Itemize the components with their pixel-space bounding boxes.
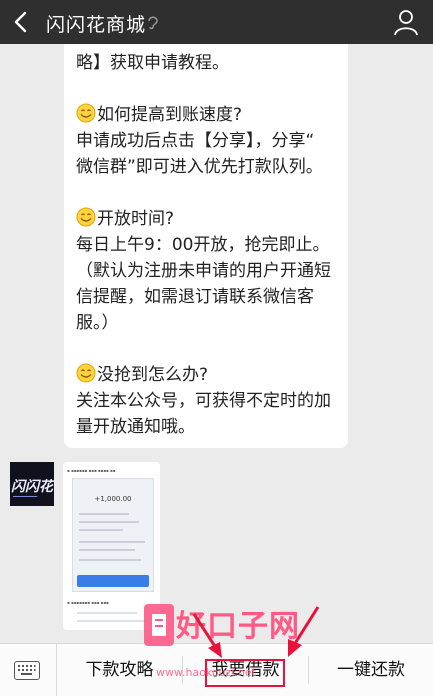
message-line: 没抢到怎么办? <box>76 362 348 388</box>
message-line: 略】获取申请教程。 <box>76 53 229 73</box>
watermark-url: www.haokouzi.net <box>156 666 256 679</box>
avatar-logo-text: 闪闪花 <box>11 479 53 495</box>
keyboard-icon <box>14 661 40 680</box>
back-arrow-icon[interactable] <box>10 8 34 36</box>
message-line: 申请成功后点击【分享】，分享“ <box>76 131 315 151</box>
message-heading: 如何提高到账速度? <box>97 105 243 125</box>
message-line <box>76 336 348 362</box>
message-line: 信提醒，如需退订请联系微信客 <box>76 287 314 307</box>
image-row <box>77 620 147 622</box>
smile-emoji-icon <box>76 103 96 123</box>
smile-emoji-icon <box>76 207 96 227</box>
keyboard-keys-icon <box>18 665 36 675</box>
message-line: 量开放通知哦。 <box>76 417 195 437</box>
message-line: （默认为注册未申请的用户开通短 <box>76 261 331 281</box>
arrow-icon <box>288 606 320 657</box>
person-icon[interactable] <box>393 8 419 36</box>
ear-icon <box>148 16 158 30</box>
image-blue-button <box>77 575 149 587</box>
message-heading: 开放时间? <box>97 209 175 229</box>
image-row <box>79 549 135 551</box>
keyboard-toggle[interactable] <box>0 644 57 696</box>
image-caption-decoration: ▪ ▪▪▪▪▪▪ ▪▪▪ ▪▪▪▪ ▪▪ <box>67 468 116 473</box>
image-row <box>79 529 123 531</box>
message-text: 略】获取申请教程。 如何提高到账速度? 申请成功后点击【分享】，分享“ 微信群”… <box>76 50 348 440</box>
image-amount: +1,000.00 <box>94 495 132 503</box>
image-row <box>79 521 139 523</box>
message-line: 如何提高到账速度? <box>76 102 348 128</box>
smile-emoji-icon <box>76 363 96 383</box>
message-line <box>76 76 348 102</box>
message-line: 每日上午9：00开放，抢完即止。 <box>76 235 330 255</box>
page-title: 闪闪花商城 <box>46 14 147 36</box>
message-heading: 没抢到怎么办? <box>97 365 209 385</box>
message-line <box>76 180 348 206</box>
image-caption-decoration: ▪ ▪▪▪▪▪▪▪ ▪▪▪ ▪▪▪ <box>67 600 109 605</box>
message-line: 关注本公众号，可获得不定时的加 <box>76 391 331 411</box>
image-row <box>77 612 137 614</box>
message-line: 微信群”即可进入优先打款队列。 <box>76 157 323 177</box>
header-bar: 闪闪花商城 <box>0 0 433 44</box>
message-line: 服。） <box>76 313 119 333</box>
message-bubble: 略】获取申请教程。 如何提高到账速度? 申请成功后点击【分享】，分享“ 微信群”… <box>64 44 348 448</box>
image-row <box>79 559 141 561</box>
arrow-icon <box>192 613 222 658</box>
phone-screenshot: +1,000.00 <box>72 478 154 592</box>
avatar-decoration: ━━━━━━━━ <box>13 494 38 500</box>
image-row <box>79 513 129 515</box>
message-line: 开放时间? <box>76 206 348 232</box>
image-row <box>79 541 145 543</box>
avatar[interactable]: 闪闪花 ━━━━━━━━ <box>10 462 54 506</box>
